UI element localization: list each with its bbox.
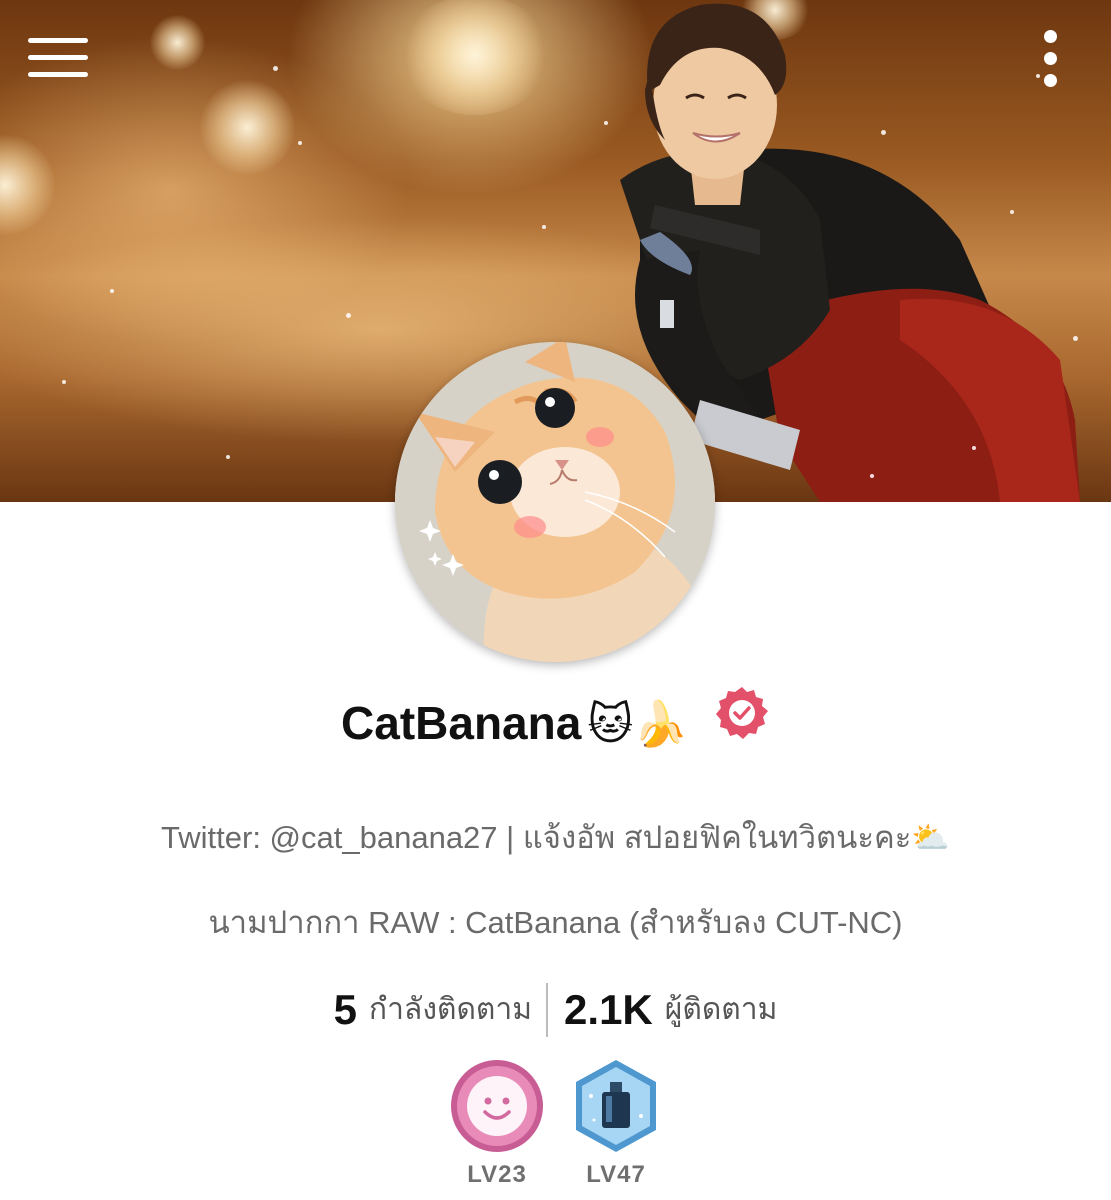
badge-level-label: LV47 bbox=[586, 1161, 646, 1188]
badge-level-label: LV23 bbox=[467, 1161, 527, 1188]
follow-stats: 5 กำลังติดตาม 2.1K ผู้ติดตาม bbox=[0, 980, 1111, 1040]
level-badge-1[interactable]: LV23 bbox=[447, 1058, 547, 1189]
avatar[interactable] bbox=[395, 342, 715, 662]
profile-name-row: CatBanana 🐱🍌 bbox=[0, 685, 1111, 760]
following-count: 5 bbox=[333, 986, 357, 1033]
hamburger-menu-icon[interactable] bbox=[26, 34, 92, 82]
stats-divider bbox=[546, 983, 549, 1037]
verified-badge-icon bbox=[714, 685, 770, 760]
level-badge-2[interactable]: LV47 bbox=[566, 1058, 666, 1189]
cat-avatar-picture bbox=[395, 342, 715, 662]
following-stat[interactable]: 5 กำลังติดตาม bbox=[334, 986, 532, 1033]
followers-label: ผู้ติดตาม bbox=[664, 993, 778, 1026]
vertical-ellipsis-icon[interactable] bbox=[1034, 28, 1068, 92]
smiley-coin-badge-icon bbox=[451, 1060, 543, 1152]
bio-line-1: Twitter: @cat_banana27 | แจ้งอัพ สปอยฟิค… bbox=[161, 820, 950, 855]
bio-line-2: นามปากกา RAW : CatBanana (สำหรับลง CUT-N… bbox=[208, 905, 903, 940]
name-emoji: 🐱🍌 bbox=[587, 699, 688, 750]
followers-stat[interactable]: 2.1K ผู้ติดตาม bbox=[564, 986, 777, 1033]
following-label: กำลังติดตาม bbox=[368, 993, 533, 1026]
followers-count: 2.1K bbox=[564, 986, 653, 1033]
ink-bottle-hexagon-badge-icon bbox=[576, 1060, 656, 1152]
display-name: CatBanana bbox=[341, 697, 582, 749]
